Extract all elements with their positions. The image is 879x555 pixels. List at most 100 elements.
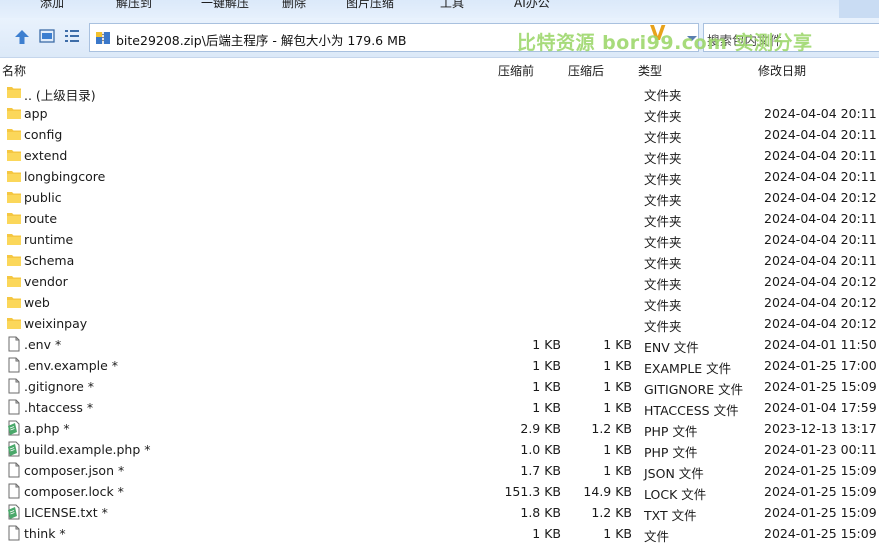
file-row[interactable]: .. (上级目录) 文件夹 — [0, 82, 879, 103]
file-row[interactable]: vendor 文件夹 2024-04-04 20:12 — [0, 271, 879, 292]
folder-icon — [6, 105, 22, 121]
file-name: .htaccess * — [24, 400, 94, 415]
folder-icon — [6, 126, 22, 142]
column-header: 名称 压缩前 压缩后 类型 修改日期 — [0, 59, 879, 81]
file-type: 文件夹 — [644, 151, 682, 166]
folder-icon — [6, 210, 22, 226]
file-icon — [6, 462, 22, 478]
file-row[interactable]: think * 1 KB 1 KB 文件 2024-01-25 15:09 — [0, 523, 879, 544]
file-modified-date: 2024-01-25 15:09 — [764, 505, 877, 520]
file-type: HTACCESS 文件 — [644, 403, 739, 418]
file-row[interactable]: extend 文件夹 2024-04-04 20:11 — [0, 145, 879, 166]
file-original-size: 1 KB — [603, 442, 632, 457]
file-modified-date: 2023-12-13 13:17 — [764, 421, 877, 436]
file-row[interactable]: runtime 文件夹 2024-04-04 20:11 — [0, 229, 879, 250]
folder-icon — [6, 147, 22, 163]
file-row[interactable]: .gitignore * 1 KB 1 KB GITIGNORE 文件 2024-01-… — [0, 376, 879, 397]
file-name: route — [24, 211, 58, 226]
file-modified-date: 2024-04-04 20:11 — [764, 211, 877, 226]
file-name: weixinpay — [24, 316, 88, 331]
details-view-icon[interactable] — [39, 28, 55, 44]
file-row[interactable]: LICENSE.txt * 1.8 KB 1.2 KB TXT 文件 2024-01-2… — [0, 502, 879, 523]
folder-icon — [6, 294, 22, 310]
file-modified-date: 2024-01-25 17:00 — [764, 358, 877, 373]
file-row[interactable]: Schema 文件夹 2024-04-04 20:11 — [0, 250, 879, 271]
zip-archive-icon — [96, 32, 110, 44]
column-original-header[interactable]: 压缩后 — [568, 62, 604, 79]
file-compressed-size: 1.0 KB — [520, 442, 561, 457]
file-row[interactable]: build.example.php * 1.0 KB 1 KB PHP 文件 2024-… — [0, 439, 879, 460]
toolbar-add-button[interactable]: 添加 — [40, 0, 64, 11]
file-compressed-size: 1 KB — [532, 358, 561, 373]
path-text: bite29208.zip\后端主程序 - 解包大小为 179.6 MB — [116, 33, 407, 48]
file-compressed-size: 1 KB — [532, 400, 561, 415]
file-row[interactable]: app 文件夹 2024-04-04 20:11 — [0, 103, 879, 124]
file-name: public — [24, 190, 62, 205]
file-row[interactable]: .env * 1 KB 1 KB ENV 文件 2024-04-01 11:50 — [0, 334, 879, 355]
file-row[interactable]: weixinpay 文件夹 2024-04-04 20:12 — [0, 313, 879, 334]
file-original-size: 1 KB — [603, 526, 632, 541]
file-name: app — [24, 106, 48, 121]
file-modified-date: 2024-04-01 11:50 — [764, 337, 877, 352]
file-type: PHP 文件 — [644, 445, 698, 460]
column-type-header[interactable]: 类型 — [638, 62, 662, 79]
toolbar-delete-button[interactable]: 删除 — [282, 0, 306, 11]
file-modified-date: 2024-01-25 15:09 — [764, 526, 877, 541]
column-name-header[interactable]: 名称 — [2, 62, 26, 79]
file-type: 文件夹 — [644, 298, 682, 313]
file-icon — [6, 357, 22, 373]
file-compressed-size: 2.9 KB — [520, 421, 561, 436]
file-compressed-size: 1 KB — [532, 337, 561, 352]
file-name: config — [24, 127, 63, 142]
file-row[interactable]: a.php * 2.9 KB 1.2 KB PHP 文件 2023-12-13 13:1… — [0, 418, 879, 439]
file-row[interactable]: composer.lock * 151.3 KB 14.9 KB LOCK 文件 202… — [0, 481, 879, 502]
file-modified-date: 2024-04-04 20:12 — [764, 316, 877, 331]
file-row[interactable]: config 文件夹 2024-04-04 20:11 — [0, 124, 879, 145]
toolbar-image-compress-button[interactable]: 图片压缩 — [346, 0, 394, 11]
file-original-size: 1 KB — [603, 463, 632, 478]
file-row[interactable]: longbingcore 文件夹 2024-04-04 20:11 — [0, 166, 879, 187]
column-modified-header[interactable]: 修改日期 — [758, 62, 806, 79]
toolbar-one-click-extract-button[interactable]: 一键解压 — [201, 0, 249, 11]
up-arrow-icon[interactable] — [12, 27, 32, 47]
folder-icon — [6, 168, 22, 184]
file-name: .env.example * — [24, 358, 119, 373]
file-type: 文件夹 — [644, 214, 682, 229]
file-row[interactable]: route 文件夹 2024-04-04 20:11 — [0, 208, 879, 229]
file-type: 文件夹 — [644, 193, 682, 208]
list-view-icon[interactable] — [64, 28, 80, 44]
file-icon — [6, 378, 22, 394]
file-compressed-size: 151.3 KB — [504, 484, 561, 499]
file-name: runtime — [24, 232, 74, 247]
file-name: .env * — [24, 337, 62, 352]
file-modified-date: 2024-01-23 00:11 — [764, 442, 877, 457]
file-modified-date: 2024-04-04 20:11 — [764, 106, 877, 121]
toolbar-extract-to-button[interactable]: 解压到 — [116, 0, 152, 11]
file-row[interactable]: .htaccess * 1 KB 1 KB HTACCESS 文件 2024-01-04… — [0, 397, 879, 418]
file-type: TXT 文件 — [644, 508, 697, 523]
file-modified-date: 2024-04-04 20:12 — [764, 295, 877, 310]
toolbar-tools-button[interactable]: 工具 — [440, 0, 464, 11]
file-modified-date: 2024-04-04 20:11 — [764, 253, 877, 268]
folder-icon — [6, 84, 22, 100]
file-type: EXAMPLE 文件 — [644, 361, 732, 376]
file-original-size: 1 KB — [603, 379, 632, 394]
file-type: 文件夹 — [644, 256, 682, 271]
folder-icon — [6, 315, 22, 331]
file-type: LOCK 文件 — [644, 487, 707, 502]
file-row[interactable]: composer.json * 1.7 KB 1 KB JSON 文件 2024-01-… — [0, 460, 879, 481]
file-name: composer.json * — [24, 463, 125, 478]
file-row[interactable]: public 文件夹 2024-04-04 20:12 — [0, 187, 879, 208]
file-compressed-size: 1.7 KB — [520, 463, 561, 478]
toolbar-ai-office-button[interactable]: AI办公 — [514, 0, 550, 11]
file-row[interactable]: .env.example * 1 KB 1 KB EXAMPLE 文件 2024-01-… — [0, 355, 879, 376]
file-modified-date: 2024-01-25 15:09 — [764, 463, 877, 478]
file-row[interactable]: web 文件夹 2024-04-04 20:12 — [0, 292, 879, 313]
watermark: 比特资源 bori99.com 实测分享 — [517, 32, 813, 54]
file-original-size: 1.2 KB — [591, 505, 632, 520]
code-file-icon — [6, 504, 22, 520]
column-compressed-header[interactable]: 压缩前 — [498, 62, 534, 79]
file-modified-date: 2024-04-04 20:11 — [764, 169, 877, 184]
file-original-size: 14.9 KB — [583, 484, 632, 499]
file-name: think * — [24, 526, 66, 541]
